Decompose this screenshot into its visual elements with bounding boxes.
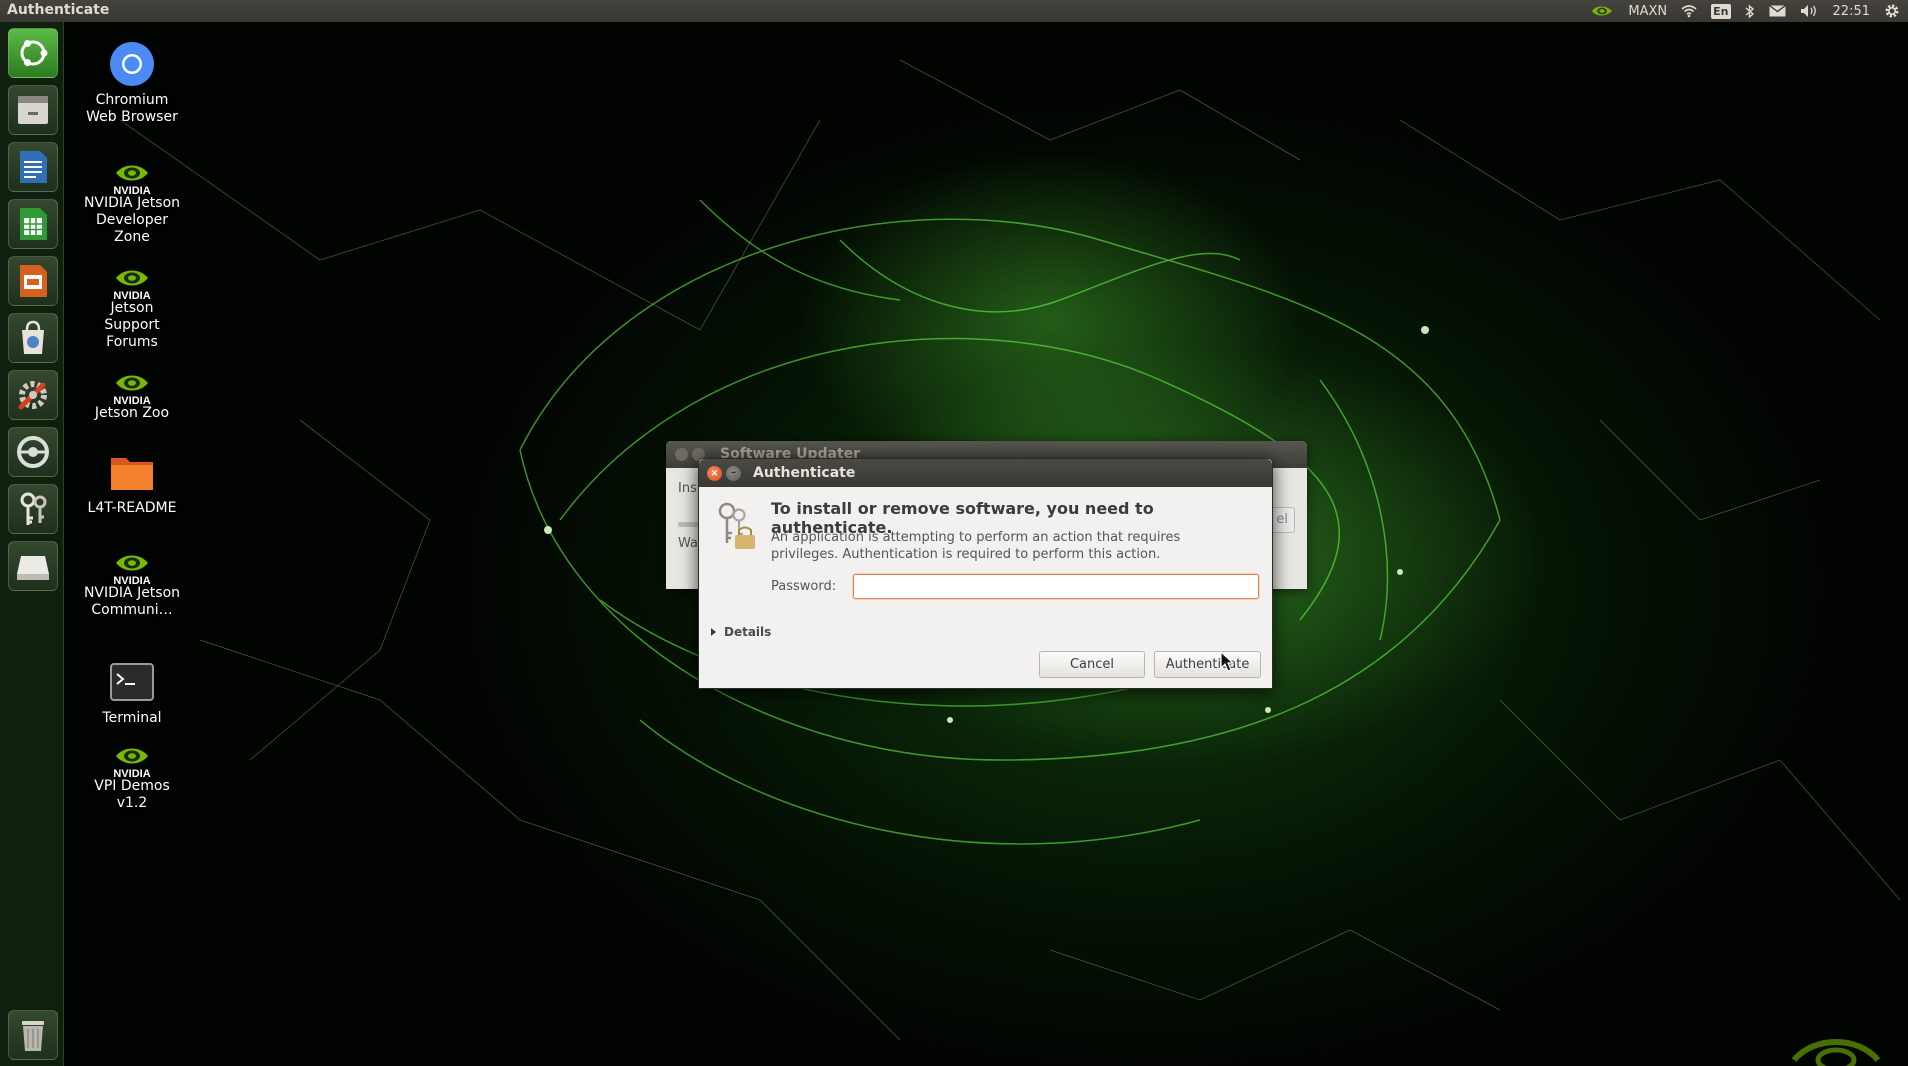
dialog-title: Authenticate	[699, 459, 1272, 487]
desktop-icon-label: L4T-README	[87, 500, 177, 516]
desktop-icon-chromium[interactable]: Chromium Web Browser	[82, 40, 182, 126]
clock[interactable]: 22:51	[1833, 4, 1870, 19]
desktop-icon-label: VPI Demos v1.2	[94, 778, 170, 811]
system-settings-icon[interactable]	[8, 370, 58, 420]
terminal-icon	[108, 658, 156, 706]
password-label: Password:	[771, 579, 837, 594]
nvidia-logo-icon: NVIDIA	[108, 738, 156, 780]
trash-icon[interactable]	[8, 1010, 58, 1060]
progress-bar	[678, 522, 698, 527]
files-icon[interactable]	[8, 85, 58, 135]
keyboard-layout-label: En	[1713, 4, 1729, 18]
wifi-icon[interactable]	[1681, 4, 1697, 18]
desktop-icon-jetson-zoo[interactable]: NVIDIA Jetson Zoo	[82, 365, 182, 422]
gear-icon[interactable]	[1884, 3, 1900, 19]
top-panel: Authenticate MAXN En 22:51	[0, 0, 1908, 22]
keyring-icon[interactable]	[8, 484, 58, 534]
details-expander[interactable]: Details	[711, 625, 771, 639]
indicator-area: MAXN En 22:51	[1590, 0, 1900, 22]
nvidia-logo-icon: NVIDIA	[108, 545, 156, 587]
launcher	[0, 22, 64, 1066]
password-field[interactable]	[853, 574, 1259, 599]
desktop-icon-vpi-demos[interactable]: NVIDIA VPI Demos v1.2	[82, 738, 182, 812]
desktop-icon-label: Jetson Zoo	[94, 405, 170, 421]
desktop-icon-label: Jetson Support Forums	[104, 300, 160, 350]
authenticate-button[interactable]: Authenticate	[1154, 651, 1261, 678]
libreoffice-impress-icon[interactable]	[8, 256, 58, 306]
desktop-icon-label: NVIDIA Jetson Communi…	[83, 585, 181, 618]
nvidia-logo-icon: NVIDIA	[108, 155, 156, 197]
dialog-description: An application is attempting to perform …	[771, 530, 1181, 562]
cancel-button[interactable]: Cancel	[1039, 651, 1145, 678]
desktop-icon-label: Chromium Web Browser	[86, 92, 178, 125]
close-icon[interactable]	[675, 448, 688, 461]
active-window-title: Authenticate	[7, 2, 110, 18]
ubuntu-dash-icon[interactable]	[8, 28, 58, 78]
libreoffice-calc-icon[interactable]	[8, 199, 58, 249]
keys-icon	[718, 502, 755, 549]
power-mode-label[interactable]: MAXN	[1628, 4, 1667, 19]
close-icon[interactable]: ×	[707, 466, 722, 481]
nvidia-watermark-icon	[1791, 1039, 1881, 1066]
desktop-icon-nvidia-jetson-community[interactable]: NVIDIA NVIDIA Jetson Communi…	[82, 545, 182, 619]
minimize-icon[interactable]: –	[726, 466, 741, 481]
desktop-icon-l4t-readme[interactable]: L4T-README	[82, 448, 182, 517]
desktop-icon-jetson-support-forums[interactable]: NVIDIA Jetson Support Forums	[82, 260, 182, 351]
bluetooth-icon[interactable]	[1745, 3, 1755, 19]
mail-icon[interactable]	[1768, 5, 1786, 17]
nvidia-logo-icon: NVIDIA	[108, 260, 156, 302]
desktop-icon-terminal[interactable]: Terminal	[82, 658, 182, 727]
chromium-icon	[108, 40, 156, 88]
software-updater-status: Ins	[678, 481, 697, 496]
volume-icon[interactable]	[1800, 4, 1819, 18]
disk-drive-icon[interactable]	[8, 541, 58, 591]
nvidia-icon[interactable]	[1590, 4, 1614, 18]
desktop-icon-jetson-developer-zone[interactable]: NVIDIA NVIDIA Jetson Developer Zone	[82, 155, 182, 246]
expand-arrow-icon	[711, 628, 716, 636]
nvidia-logo-icon: NVIDIA	[108, 365, 156, 407]
desktop-icon-label: NVIDIA Jetson Developer Zone	[83, 195, 181, 245]
desktop-icon-label: Terminal	[102, 710, 162, 726]
details-label: Details	[724, 625, 772, 639]
keyboard-icon[interactable]: En	[1711, 3, 1731, 19]
authenticate-dialog: Authenticate × – To install or remove so…	[698, 458, 1273, 689]
mouse-cursor-icon	[1220, 651, 1235, 672]
folder-icon	[108, 448, 156, 496]
libreoffice-writer-icon[interactable]	[8, 142, 58, 192]
software-updater-icon[interactable]	[8, 427, 58, 477]
software-center-icon[interactable]	[8, 313, 58, 363]
